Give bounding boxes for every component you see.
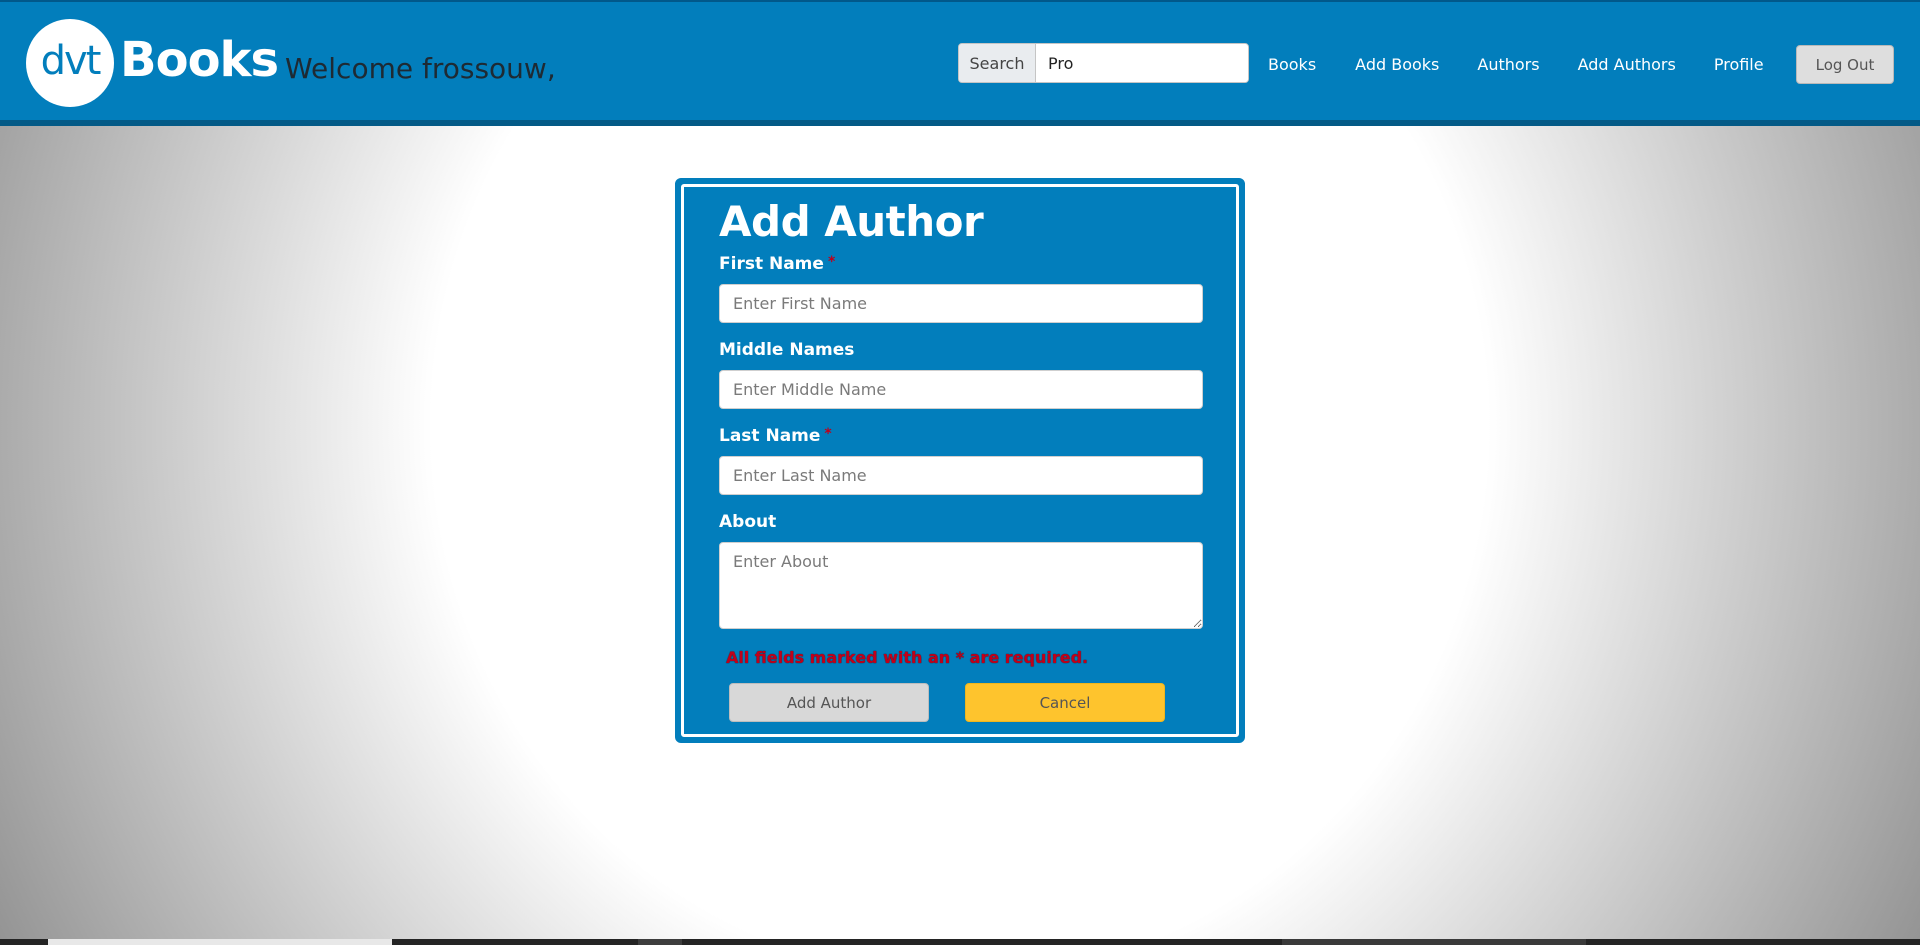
add-author-card: Add Author First Name* Middle Names Last… (675, 178, 1245, 743)
middle-names-input[interactable] (719, 370, 1203, 409)
logout-button[interactable]: Log Out (1796, 45, 1894, 84)
last-name-label-text: Last Name (719, 426, 821, 446)
last-name-label: Last Name * (719, 426, 832, 446)
search-group: Search (958, 43, 1249, 83)
cancel-button[interactable]: Cancel (965, 683, 1165, 722)
nav-profile[interactable]: Profile (1714, 55, 1764, 74)
middle-names-label: Middle Names (719, 340, 854, 360)
about-label-text: About (719, 512, 777, 532)
os-taskbar (0, 939, 1920, 945)
nav-add-authors[interactable]: Add Authors (1578, 55, 1676, 74)
nav-books[interactable]: Books (1268, 55, 1316, 74)
form-title: Add Author (719, 197, 984, 246)
dvt-logo-icon[interactable]: dvt (26, 19, 114, 107)
top-navbar: dvt Books Welcome frossouw, Search Books… (0, 0, 1920, 126)
nav-authors[interactable]: Authors (1477, 55, 1539, 74)
card-inner-border: Add Author First Name* Middle Names Last… (681, 184, 1239, 737)
required-marker: * (827, 254, 836, 270)
about-textarea[interactable] (719, 542, 1203, 629)
taskbar-item[interactable] (638, 939, 682, 945)
last-name-input[interactable] (719, 456, 1203, 495)
logo-mark: dvt (40, 38, 102, 84)
required-marker: * (824, 426, 832, 442)
first-name-label: First Name * (719, 254, 835, 274)
main-nav: Books Add Books Authors Add Authors Prof… (1268, 52, 1802, 76)
search-input[interactable] (1036, 44, 1248, 82)
about-label: About (719, 512, 776, 532)
taskbar-item[interactable] (48, 939, 392, 945)
welcome-message: Welcome frossouw, (285, 52, 556, 85)
search-label: Search (959, 44, 1036, 82)
required-fields-note: All fields marked with an * are required… (726, 648, 1089, 667)
add-author-button[interactable]: Add Author (729, 683, 929, 722)
middle-names-label-text: Middle Names (719, 340, 855, 360)
first-name-input[interactable] (719, 284, 1203, 323)
brand-name[interactable]: Books (120, 32, 279, 88)
first-name-label-text: First Name (719, 254, 824, 274)
nav-add-books[interactable]: Add Books (1355, 55, 1439, 74)
taskbar-item[interactable] (1282, 939, 1586, 945)
